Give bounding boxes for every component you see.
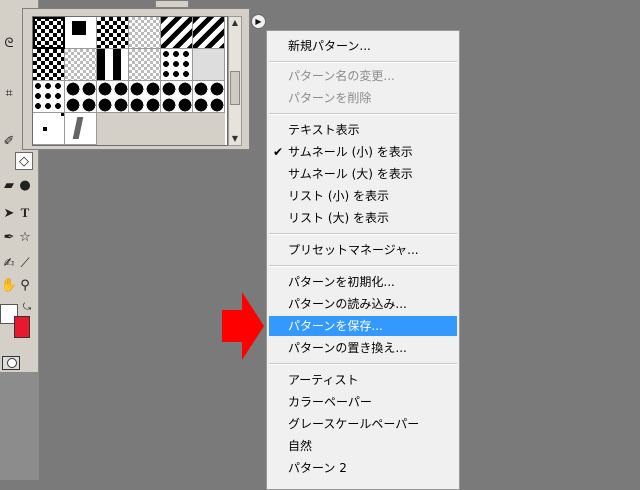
menu-item-artist[interactable]: アーティスト	[269, 370, 457, 390]
menu-separator	[269, 265, 457, 267]
pattern-thumbnail[interactable]	[33, 113, 65, 145]
menu-item-new-pattern[interactable]: 新規パターン...	[269, 36, 457, 56]
scroll-up-icon[interactable]: ▲	[229, 17, 241, 29]
menu-item-nature[interactable]: 自然	[269, 436, 457, 456]
menu-item-patterns-2[interactable]: パターン 2	[269, 458, 457, 478]
pattern-thumbnail[interactable]	[129, 81, 161, 113]
pattern-thumbnail[interactable]	[97, 49, 129, 81]
menu-item-save-patterns[interactable]: パターンを保存...	[269, 316, 457, 336]
zoom-icon[interactable]: ⚲	[16, 276, 34, 294]
pattern-thumbnail[interactable]	[97, 81, 129, 113]
pattern-thumbnail[interactable]	[193, 81, 225, 113]
scroll-thumb[interactable]	[230, 71, 240, 105]
type-tool-icon[interactable]: T	[16, 204, 34, 222]
menu-item-load-patterns[interactable]: パターンの読み込み...	[269, 294, 457, 314]
swap-colors-icon[interactable]: ⤿	[18, 298, 36, 316]
menu-item-label: サムネール (小) を表示	[288, 145, 413, 159]
pattern-picker-panel: ▲ ▼	[22, 1, 250, 150]
menu-item-large-thumbnail[interactable]: サムネール (大) を表示	[269, 164, 457, 184]
empty-slot	[193, 113, 225, 145]
pattern-thumbnail[interactable]	[65, 17, 97, 49]
pattern-thumbnail[interactable]	[33, 17, 65, 49]
pattern-thumbnail[interactable]	[161, 49, 193, 81]
menu-item-delete-pattern[interactable]: パターンを削除	[269, 88, 457, 108]
pattern-options-menu: 新規パターン... パターン名の変更... パターンを削除 テキスト表示 ✔ サ…	[266, 30, 460, 490]
crop-icon[interactable]: ⌗	[0, 84, 18, 102]
empty-slot	[97, 113, 129, 145]
menu-item-large-list[interactable]: リスト (大) を表示	[269, 208, 457, 228]
pattern-thumbnail[interactable]	[97, 17, 129, 49]
quick-mask-icon[interactable]	[2, 356, 20, 370]
pattern-thumbnail[interactable]	[65, 81, 97, 113]
empty-slot	[129, 113, 161, 145]
custom-shape-icon[interactable]: ☆	[16, 228, 34, 246]
menu-item-small-list[interactable]: リスト (小) を表示	[269, 186, 457, 206]
tools-panel-bottom	[0, 372, 38, 480]
menu-separator	[269, 61, 457, 63]
picker-menu-button[interactable]: ▶	[251, 14, 266, 29]
pattern-thumbnail[interactable]	[193, 49, 225, 81]
pattern-thumbnail[interactable]	[161, 17, 193, 49]
check-icon: ✔	[273, 145, 284, 159]
menu-item-rename-pattern[interactable]: パターン名の変更...	[269, 66, 457, 86]
pattern-thumbnail[interactable]	[193, 17, 225, 49]
menu-item-color-paper[interactable]: カラーペーパー	[269, 392, 457, 412]
blur-icon[interactable]: ●	[16, 176, 34, 194]
menu-item-preset-manager[interactable]: プリセットマネージャ...	[269, 240, 457, 260]
pattern-thumbnail[interactable]	[65, 113, 97, 145]
picker-tab	[155, 1, 189, 8]
background-color-swatch[interactable]	[14, 316, 30, 338]
pattern-thumbnail[interactable]	[65, 49, 97, 81]
menu-item-text-only[interactable]: テキスト表示	[269, 120, 457, 140]
menu-item-reset-patterns[interactable]: パターンを初期化...	[269, 272, 457, 292]
menu-separator	[269, 233, 457, 235]
menu-separator	[269, 363, 457, 365]
scroll-down-icon[interactable]: ▼	[229, 133, 241, 145]
pattern-thumbnail[interactable]	[129, 49, 161, 81]
menu-item-grayscale-paper[interactable]: グレースケールペーパー	[269, 414, 457, 434]
eyedropper-icon[interactable]: ⟋	[16, 254, 34, 272]
pattern-scrollbar[interactable]: ▲ ▼	[228, 16, 242, 146]
empty-slot	[161, 113, 193, 145]
eraser-tool-icon[interactable]: ◇	[15, 152, 33, 170]
pattern-thumbnail[interactable]	[129, 17, 161, 49]
pattern-thumbnail[interactable]	[161, 81, 193, 113]
lasso-icon[interactable]: ᘓ	[0, 34, 18, 52]
pattern-thumbnail[interactable]	[33, 49, 65, 81]
pattern-thumbnail[interactable]	[33, 81, 65, 113]
brush-icon[interactable]: ✐	[0, 132, 18, 150]
menu-separator	[269, 113, 457, 115]
menu-item-replace-patterns[interactable]: パターンの置き換え...	[269, 338, 457, 358]
pattern-thumbnail-grid	[32, 16, 228, 146]
menu-item-small-thumbnail[interactable]: ✔ サムネール (小) を表示	[269, 142, 457, 162]
red-arrow-icon	[222, 292, 264, 360]
